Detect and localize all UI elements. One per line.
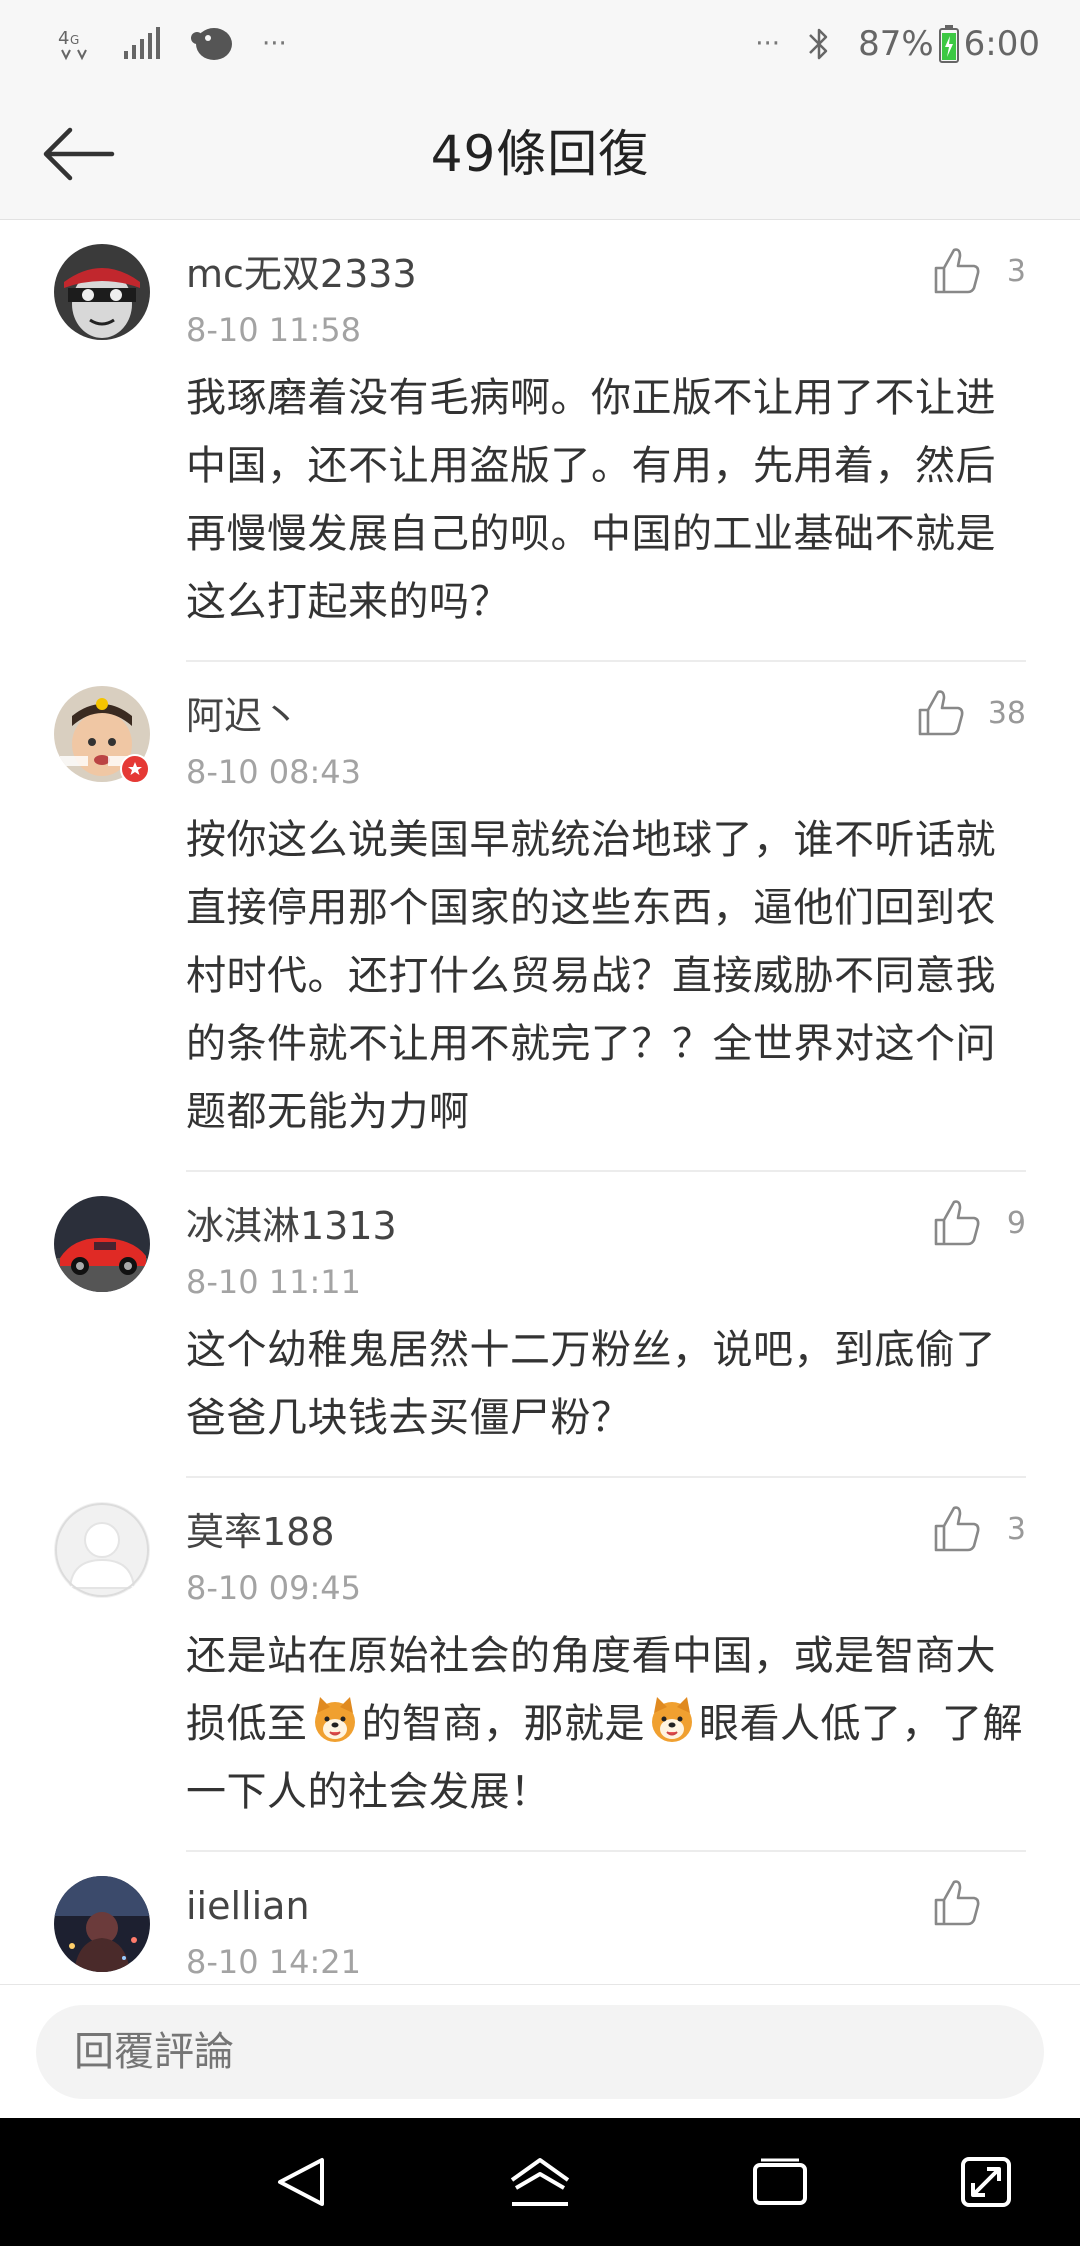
status-bar: 4 G ··· ··· 87% 6:00: [0, 0, 1080, 88]
page-title: 49條回復: [430, 125, 650, 183]
avatar[interactable]: [54, 244, 150, 340]
like-count: 3: [1006, 1511, 1026, 1547]
like-button[interactable]: [932, 1878, 1026, 1928]
like-button[interactable]: 3: [932, 1504, 1026, 1554]
signal-icon: [122, 27, 162, 61]
username[interactable]: mc无双2333: [186, 252, 417, 296]
comment-time: 8-10 08:43: [186, 753, 362, 791]
thumbs-up-icon: [934, 248, 980, 294]
avatar[interactable]: [54, 1876, 150, 1972]
comment-list[interactable]: mc无双2333 3 8-10 11:58 我琢磨着没有毛病啊。你正版不让用了不…: [0, 220, 1080, 1984]
username[interactable]: 莫率188: [186, 1510, 335, 1554]
comment-head: 阿迟丶 38: [186, 686, 1026, 746]
comment-text[interactable]: 按你这么说美国早就统治地球了，谁不听话就直接停用那个国家的这些东西，逼他们回到农…: [186, 806, 1026, 1146]
home-icon: [510, 2158, 570, 2206]
app-notification-icon: [188, 24, 236, 64]
status-right: ··· 87% 6:00: [755, 24, 1040, 64]
comment-time: 8-10 11:58: [186, 311, 362, 349]
comment-body: 冰淇淋1313 9 8-10 11:11 这个幼稚鬼居然十二万粉丝，说吧，到底偷…: [186, 1196, 1026, 1478]
comment-head: iiellian: [186, 1876, 1026, 1936]
svg-text:G: G: [70, 33, 79, 47]
comment-body: 阿迟丶 38 8-10 08:43 按你这么说美国早就统治地球了，谁不听话就直接…: [186, 686, 1026, 1172]
thumbs-up-icon: [934, 1506, 980, 1552]
svg-text:4: 4: [58, 28, 69, 49]
like-count: 38: [987, 695, 1026, 731]
like-button[interactable]: 9: [932, 1198, 1026, 1248]
nav-home-button[interactable]: [506, 2148, 574, 2216]
like-button[interactable]: 3: [932, 246, 1026, 296]
comment-item: 阿迟丶 38 8-10 08:43 按你这么说美国早就统治地球了，谁不听话就直接…: [0, 662, 1080, 1172]
network-4g-icon: 4 G: [56, 24, 96, 64]
comment-text-part: 的智商，那就是: [361, 1701, 645, 1747]
like-button[interactable]: 38: [916, 688, 1026, 738]
status-left: 4 G ···: [56, 24, 287, 64]
comment-text[interactable]: 还是站在原始社会的角度看中国，或是智商大损低至 的智商，那就是 眼看人低了，了解一下…: [186, 1622, 1026, 1826]
comment-head: mc无双2333 3: [186, 244, 1026, 304]
comment-item: 莫率188 3 8-10 09:45 还是站在原始社会的角度看中国，或是智商大损…: [0, 1478, 1080, 1852]
username[interactable]: 阿迟丶: [186, 694, 300, 738]
system-nav-bar: [0, 2118, 1080, 2246]
comment-body: iiellian 8-10 14:21: [186, 1876, 1026, 1984]
like-count: 9: [1006, 1205, 1026, 1241]
comment-head: 莫率188 3: [186, 1502, 1026, 1562]
thumbs-up-icon: [934, 1880, 980, 1926]
recents-icon: [753, 2158, 807, 2205]
battery-percent: 87%: [858, 24, 934, 64]
like-count: 3: [1006, 253, 1026, 289]
bluetooth-icon: [806, 24, 832, 64]
reply-input[interactable]: [36, 2005, 1044, 2099]
nav-back-button[interactable]: [266, 2148, 334, 2216]
username[interactable]: 冰淇淋1313: [186, 1204, 397, 1248]
comment-body: mc无双2333 3 8-10 11:58 我琢磨着没有毛病啊。你正版不让用了不…: [186, 244, 1026, 662]
status-more-left: ···: [262, 29, 287, 59]
comment-time: 8-10 11:11: [186, 1263, 362, 1301]
comment-time: 8-10 14:21: [186, 1943, 362, 1981]
nav-fullscreen-button[interactable]: [952, 2148, 1020, 2216]
clock: 6:00: [963, 24, 1040, 64]
comment-item: iiellian 8-10 14:21: [0, 1852, 1080, 1984]
comment-item: mc无双2333 3 8-10 11:58 我琢磨着没有毛病啊。你正版不让用了不…: [0, 220, 1080, 662]
verified-badge-icon: [120, 754, 150, 784]
triangle-back-icon: [278, 2158, 324, 2206]
comment-head: 冰淇淋1313 9: [186, 1196, 1026, 1256]
comment-time: 8-10 09:45: [186, 1569, 362, 1607]
reply-bar: [0, 1984, 1080, 2118]
comment-text[interactable]: 这个幼稚鬼居然十二万粉丝，说吧，到底偷了爸爸几块钱去买僵尸粉？: [186, 1316, 1026, 1452]
avatar[interactable]: [54, 1502, 150, 1598]
comment-body: 莫率188 3 8-10 09:45 还是站在原始社会的角度看中国，或是智商大损…: [186, 1502, 1026, 1852]
app-header: 49條回復: [0, 88, 1080, 220]
thumbs-up-icon: [934, 1200, 980, 1246]
username[interactable]: iiellian: [186, 1884, 310, 1928]
comment-text[interactable]: 我琢磨着没有毛病啊。你正版不让用了不让进中国，还不让用盗版了。有用，先用着，然后…: [186, 364, 1026, 636]
comment-item: 冰淇淋1313 9 8-10 11:11 这个幼稚鬼居然十二万粉丝，说吧，到底偷…: [0, 1172, 1080, 1478]
dog-face-emoji-icon: [314, 1697, 355, 1742]
status-more-right: ···: [755, 29, 781, 59]
dog-face-emoji-icon: [652, 1697, 692, 1742]
battery-icon: [938, 24, 960, 64]
expand-icon: [961, 2157, 1011, 2207]
thumbs-up-icon: [918, 690, 964, 736]
avatar[interactable]: [54, 1196, 150, 1292]
nav-recents-button[interactable]: [746, 2148, 814, 2216]
